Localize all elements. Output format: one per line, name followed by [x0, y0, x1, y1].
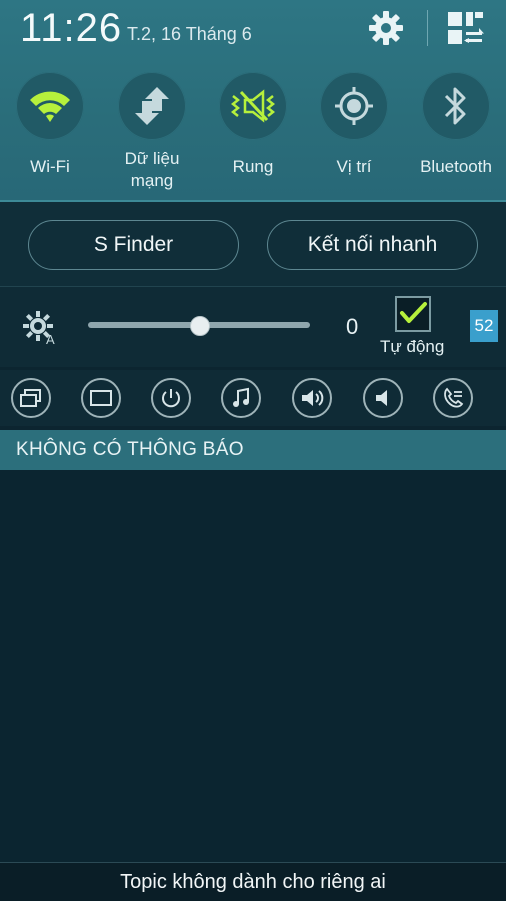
svg-text:A: A [46, 332, 55, 346]
grid-edit-icon[interactable] [446, 10, 486, 46]
call-forward-button[interactable] [433, 378, 473, 418]
toggle-label: Dữ liệu mạng [124, 149, 180, 190]
quick-connect-button[interactable]: Kết nối nhanh [267, 220, 478, 270]
screen-button[interactable] [81, 378, 121, 418]
wifi-icon [30, 91, 70, 122]
data-transfer-icon [135, 87, 169, 125]
toggle-vibrate[interactable]: Rung [218, 72, 288, 178]
brightness-value: 0 [346, 314, 359, 339]
power-icon [162, 389, 180, 408]
toggle-bluetooth[interactable]: Bluetooth [418, 72, 494, 178]
toggle-wifi[interactable]: Wi-Fi [15, 72, 85, 178]
screen-icon [90, 390, 112, 406]
toggle-location[interactable]: Vị trí [319, 72, 389, 178]
bluetooth-icon [444, 87, 466, 125]
auto-brightness-label: Tự động [380, 337, 445, 356]
auto-brightness-checkbox[interactable] [395, 296, 431, 332]
s-finder-button[interactable]: S Finder [28, 220, 239, 270]
toggle-label: Vị trí [336, 157, 372, 176]
footer-text: Topic không dành cho riêng ai [120, 871, 386, 893]
notification-count-badge: 52 [470, 310, 498, 342]
toggle-mobile-data[interactable]: Dữ liệu mạng [117, 72, 187, 192]
volume-button[interactable] [363, 378, 403, 418]
location-icon [335, 87, 373, 125]
volume-icon [376, 390, 387, 406]
quick-settings-panel: 11:26 T.2, 16 Tháng 6 Wi-Fi Dữ liệu mạng… [0, 0, 506, 202]
notification-list [0, 470, 506, 862]
gear-icon[interactable] [366, 8, 406, 48]
brightness-slider-thumb[interactable] [190, 316, 210, 336]
toggle-label: Rung [232, 157, 274, 176]
toggle-label: Wi-Fi [30, 157, 70, 176]
music-button[interactable] [221, 378, 261, 418]
date: T.2, 16 Tháng 6 [127, 24, 252, 44]
clock: 11:26 [20, 6, 123, 50]
notification-header-text: KHÔNG CÓ THÔNG BÁO [16, 439, 244, 460]
multi-window-icon [20, 389, 41, 407]
checkmark-icon [400, 302, 427, 323]
notification-header: KHÔNG CÓ THÔNG BÁO [0, 430, 506, 470]
multi-window-button[interactable] [11, 378, 51, 418]
volume-up-icon [302, 390, 324, 406]
power-button[interactable] [151, 378, 191, 418]
toggle-label: Bluetooth [420, 157, 492, 176]
call-forward-icon [444, 387, 464, 408]
vibrate-icon [230, 89, 276, 123]
music-note-icon [233, 387, 249, 407]
quick-actions-bar: S Finder Kết nối nhanh [0, 202, 506, 287]
header-divider [427, 10, 428, 46]
footer-banner: Topic không dành cho riêng ai [0, 862, 506, 901]
brightness-auto-icon: A [23, 311, 55, 346]
volume-up-button[interactable] [292, 378, 332, 418]
